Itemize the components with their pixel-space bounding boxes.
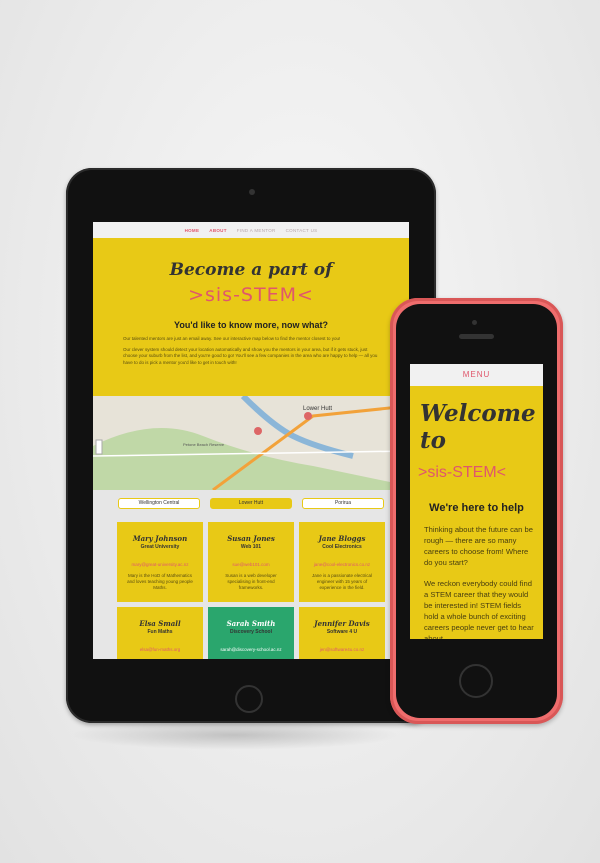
brand-logo: >sis-STEM< [418,464,507,481]
mentor-card[interactable]: Susan Jones Web 101 sue@web101.com Susan… [208,522,294,602]
mentor-org: Cool Electronics [322,544,362,550]
mentor-card[interactable]: Jane Bloggs Cool Electronics jane@cool-e… [299,522,385,602]
nav-about[interactable]: ABOUT [209,228,227,233]
hero-title: Become a part of [169,260,333,280]
mentor-email[interactable]: sarah@discovery-school.ac.nz [208,647,294,652]
mentor-cards: Mary Johnson Great University mary@great… [93,522,409,659]
map-pin-icon[interactable] [254,427,262,435]
menu-button[interactable]: MENU [410,364,543,386]
hero-paragraph: Our clever system should detect your loc… [123,346,378,365]
phone-front: MENU Welcome to >sis-STEM< We're here to… [396,304,557,718]
nav-find-mentor[interactable]: FIND A MENTOR [237,228,276,233]
mentor-org: Web 101 [240,544,262,550]
mentor-org: Great University [140,544,180,550]
mentor-email[interactable]: sue@web101.com [208,562,294,567]
mentor-org: Software 4 U [326,629,358,635]
mentor-org: Fun Maths [147,629,173,635]
mentor-name: Mary Johnson [132,534,188,543]
mentor-name: Jennifer Davis [314,619,370,628]
speaker-grille [459,334,494,339]
home-button[interactable] [459,664,493,698]
mentor-email[interactable]: mary@great-university.ac.nz [117,562,203,567]
home-button[interactable] [235,685,263,713]
tab-porirua[interactable]: Porirua [302,498,384,509]
mentor-bio: Mary is the HoD of Mathematics and loves… [127,573,193,590]
brand-logo: >sis-STEM< [188,284,314,306]
camera-icon [249,189,255,195]
hero-paragraph: Our talented mentors are just an email a… [123,336,341,341]
mentor-card[interactable]: Elsa Small Fun Maths elsa@fun-maths.org [117,607,203,659]
tablet-screen: HOME ABOUT FIND A MENTOR CONTACT US Beco… [93,222,409,659]
nav-contact[interactable]: CONTACT US [286,228,318,233]
map-graphic: Lower Hutt Petone Beach Reserve [93,396,409,490]
mentor-card-selected[interactable]: Sarah Smith Discovery School sarah@disco… [208,607,294,659]
top-nav: HOME ABOUT FIND A MENTOR CONTACT US [93,222,409,238]
mentor-name: Jane Bloggs [318,534,366,543]
hero-section: Become a part of >sis-STEM< You'd like t… [93,238,409,396]
mentor-bio: Jane is a passionate electrical engineer… [311,573,373,590]
mentor-email[interactable]: jane@cool-electronics.co.nz [299,562,385,567]
mentor-name: Sarah Smith [226,619,276,628]
tab-wellington-central[interactable]: Wellington Central [118,498,200,509]
map-label: Lower Hutt [303,406,332,412]
mentor-email[interactable]: jen@software4u.co.nz [299,647,385,652]
camera-icon [472,320,477,325]
mentor-card[interactable]: Mary Johnson Great University mary@great… [117,522,203,602]
mentor-name: Susan Jones [227,534,275,543]
phone-device: MENU Welcome to >sis-STEM< We're here to… [390,298,563,724]
tab-lower-hutt[interactable]: Lower Hutt [210,498,292,509]
welcome-title: Welcome to [420,400,536,454]
nav-home[interactable]: HOME [185,228,200,233]
mentor-name: Elsa Small [139,619,181,628]
section-heading: We're here to help [429,502,524,514]
tablet-device: HOME ABOUT FIND A MENTOR CONTACT US Beco… [66,168,436,723]
hero-subtitle: You'd like to know more, now what? [174,320,328,330]
intro-paragraph: We reckon everybody could find a STEM ca… [424,579,534,639]
location-tabs: Wellington Central Lower Hutt Porirua [93,490,409,522]
interactive-map[interactable]: Lower Hutt Petone Beach Reserve [93,396,409,490]
mentor-card[interactable]: Jennifer Davis Software 4 U jen@software… [299,607,385,659]
map-label: Petone Beach Reserve [183,442,225,447]
map-pin-icon[interactable] [304,412,312,420]
mentor-bio: Susan is a web developer specialising in… [225,573,277,590]
zoom-controls[interactable] [95,439,103,455]
device-shadow [70,720,400,750]
mentor-org: Discovery School [230,629,272,635]
mentor-email[interactable]: elsa@fun-maths.org [117,647,203,652]
intro-paragraph: Thinking about the future can be rough —… [424,525,533,567]
phone-screen: MENU Welcome to >sis-STEM< We're here to… [410,364,543,639]
